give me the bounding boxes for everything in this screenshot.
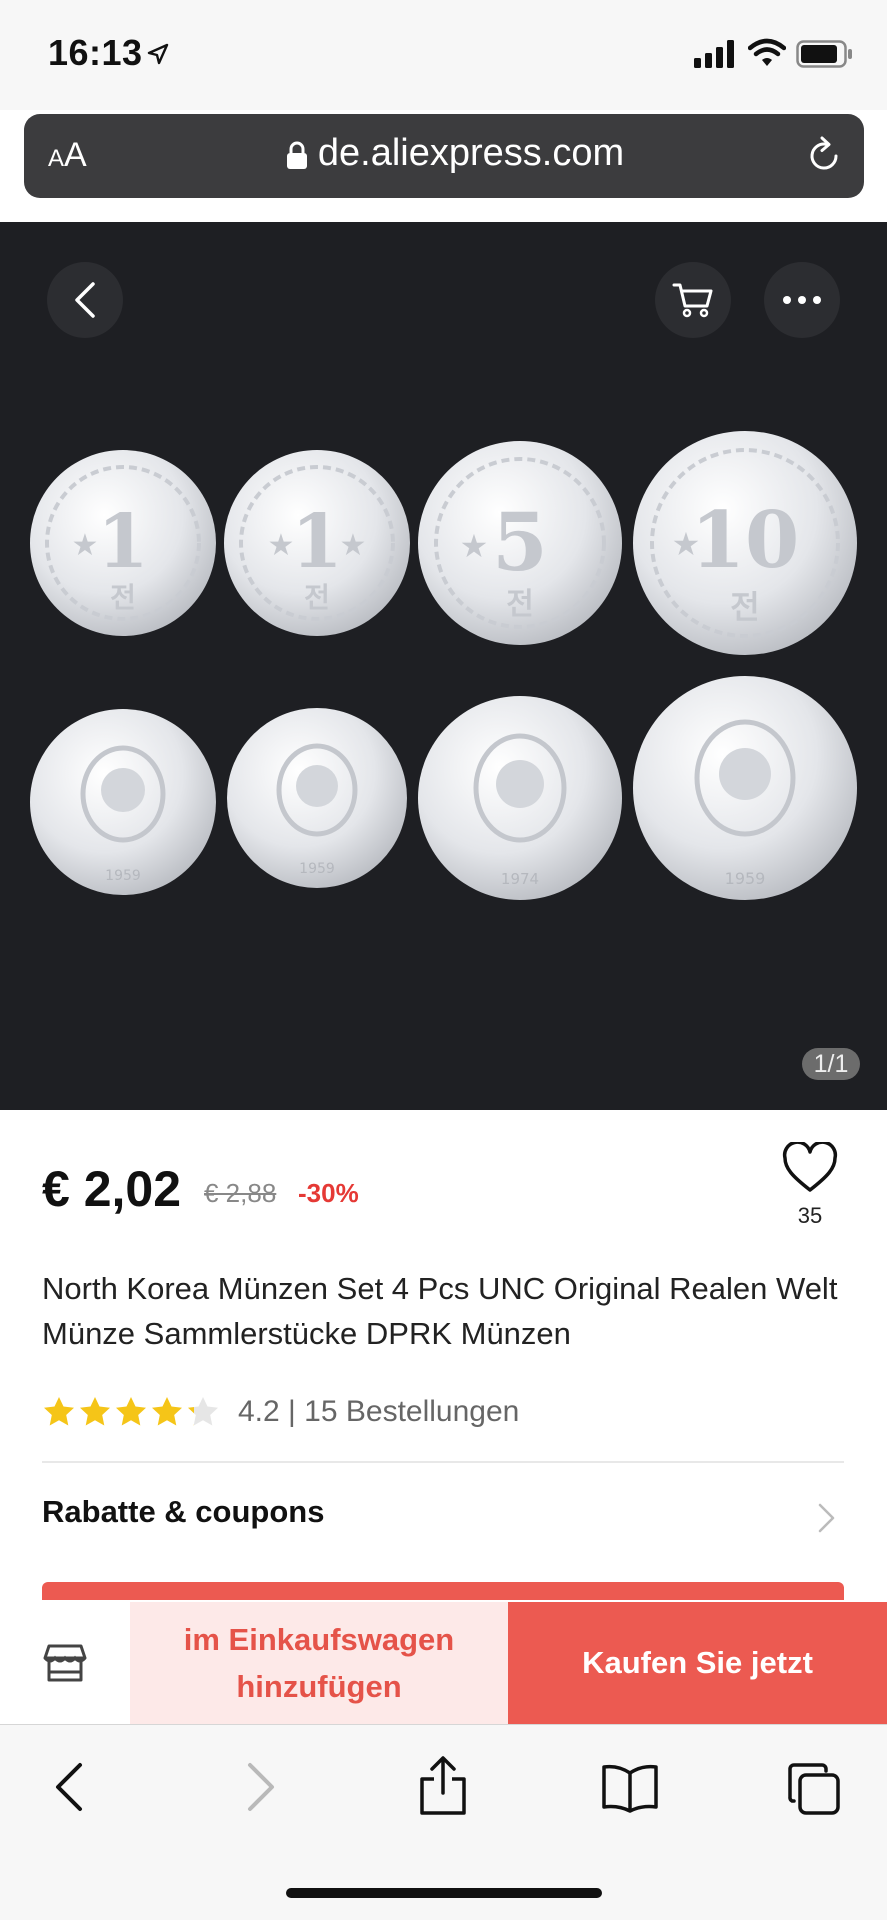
product-image[interactable]: 1 전 ★ 1 전 ★ ★ 5 전 ★ 10 전 ★ 1959 1959 197… [0,222,887,1110]
svg-text:★: ★ [72,529,99,562]
svg-text:전: 전 [110,581,136,614]
coupons-label: Rabatte & coupons [42,1494,325,1529]
store-button[interactable] [0,1602,130,1724]
coin-reverse-3: 1974 [418,696,622,900]
svg-text:1959: 1959 [299,861,335,877]
share-icon[interactable] [418,1755,468,1817]
cart-icon [672,283,713,318]
promo-banner[interactable] [42,1582,844,1600]
back-button[interactable] [47,262,123,338]
status-time: 16:13 [48,32,143,73]
browser-forward-icon[interactable] [240,1761,280,1813]
chevron-left-icon [75,282,95,318]
url-text[interactable]: de.aliexpress.com [306,132,636,175]
svg-text:1: 1 [97,499,149,585]
store-icon [43,1644,87,1682]
reader-options-button[interactable]: AA [48,136,87,175]
star-icon [188,1397,218,1426]
heart-icon [782,1140,838,1192]
battery-icon [796,40,852,68]
rating-orders-text: 4.2 | 15 Bestellungen [238,1395,520,1428]
coin-reverse-2: 1959 [227,708,407,888]
browser-back-icon[interactable] [50,1761,90,1813]
discount-badge: -30% [298,1178,359,1208]
star-icon [116,1397,146,1426]
star-icon [44,1397,74,1426]
svg-text:★: ★ [268,529,295,562]
svg-text:1959: 1959 [725,869,766,888]
image-counter: 1/1 [802,1048,860,1080]
wifi-icon [748,38,786,66]
current-price: € 2,02 [42,1161,182,1217]
coin-obverse-3: 5 전 ★ [418,441,622,645]
coupons-row[interactable]: Rabatte & coupons [42,1494,844,1540]
more-dots-icon [783,296,821,304]
svg-text:전: 전 [304,581,330,614]
product-image-gallery[interactable]: 1 전 ★ 1 전 ★ ★ 5 전 ★ 10 전 ★ 1959 1959 197… [0,222,887,1110]
svg-text:★: ★ [340,529,367,562]
home-indicator[interactable] [286,1888,602,1898]
coin-obverse-4: 10 전 ★ [633,431,857,655]
coin-reverse-1: 1959 [30,709,216,895]
svg-text:10: 10 [691,495,800,586]
svg-text:1974: 1974 [501,870,539,888]
svg-text:5: 5 [492,495,548,589]
svg-text:★: ★ [672,526,701,562]
coin-obverse-1: 1 전 ★ [30,450,216,636]
location-arrow-icon [147,43,169,65]
wishlist-count: 35 [797,1203,823,1228]
original-price: € 2,88 [204,1178,277,1208]
divider [42,1461,844,1463]
rating-row[interactable]: 4.2 | 15 Bestellungen [42,1392,519,1432]
bottom-action-bar: im Einkaufswagen hinzufügen Kaufen Sie j… [0,1602,887,1724]
coin-obverse-2: 1 전 ★ ★ [224,450,410,636]
bookmarks-icon[interactable] [600,1763,660,1813]
cart-button[interactable] [655,262,731,338]
star-icon [80,1397,110,1426]
reload-icon[interactable] [804,136,844,176]
svg-text:전: 전 [730,588,759,626]
wishlist-button[interactable]: 35 [780,1140,840,1229]
product-title: North Korea Münzen Set 4 Pcs UNC Origina… [42,1271,838,1351]
svg-text:1959: 1959 [105,868,141,884]
address-bar[interactable]: AA de.aliexpress.com [24,114,864,198]
buy-now-button[interactable]: Kaufen Sie jetzt [508,1602,887,1724]
lock-icon [287,141,307,169]
star-icon [152,1397,182,1426]
status-bar: 16:13 [0,0,887,110]
svg-text:1: 1 [291,499,343,585]
svg-text:★: ★ [460,528,489,564]
add-to-cart-button[interactable]: im Einkaufswagen hinzufügen [130,1602,508,1724]
more-options-button[interactable] [764,262,840,338]
svg-text:전: 전 [506,587,534,622]
chevron-right-icon [818,1503,835,1533]
tabs-icon[interactable] [786,1761,842,1817]
cellular-signal-icon [694,40,734,68]
rating-stars [42,1395,220,1429]
coin-reverse-4: 1959 [633,676,857,900]
